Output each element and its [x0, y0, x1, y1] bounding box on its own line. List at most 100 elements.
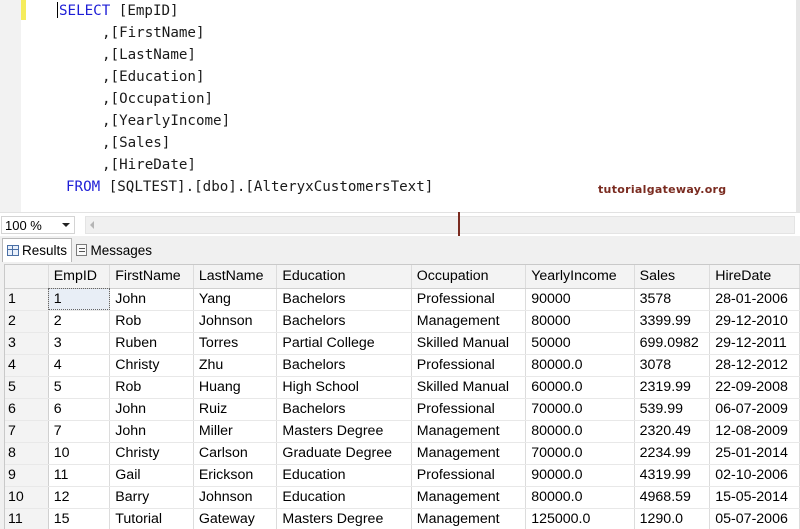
- table-row[interactable]: 5 5 Rob Huang High School Skilled Manual 60000…: [5, 376, 800, 399]
- table-cell[interactable]: 2319.99: [634, 376, 711, 399]
- table-cell[interactable]: High School: [276, 376, 412, 399]
- table-row[interactable]: 10 12 Barry Johnson Education Management 80000…: [5, 486, 800, 509]
- scroll-left-icon[interactable]: [90, 221, 94, 229]
- table-cell[interactable]: 2320.49: [634, 420, 711, 443]
- table-cell[interactable]: Erickson: [193, 464, 278, 487]
- row-number[interactable]: 5: [5, 376, 49, 399]
- editor-vertical-scrollbar[interactable]: [796, 0, 800, 212]
- table-cell[interactable]: Barry: [109, 486, 194, 509]
- table-cell[interactable]: Graduate Degree: [276, 442, 412, 465]
- table-cell[interactable]: Bachelors: [276, 354, 412, 377]
- table-cell[interactable]: 3578: [634, 288, 711, 311]
- table-row[interactable]: 4 4 Christy Zhu Bachelors Professional 80000.0…: [5, 354, 800, 377]
- table-row[interactable]: 9 11 Gail Erickson Education Professional 9000…: [5, 464, 800, 487]
- column-header[interactable]: YearlyIncome: [525, 265, 635, 289]
- table-cell[interactable]: Professional: [411, 398, 527, 421]
- row-number[interactable]: 1: [5, 288, 49, 311]
- table-cell[interactable]: Miller: [193, 420, 278, 443]
- table-cell[interactable]: Bachelors: [276, 398, 412, 421]
- table-cell[interactable]: 1290.0: [634, 508, 711, 529]
- code-line[interactable]: SELECT [EmpID]: [57, 2, 179, 24]
- table-cell[interactable]: 2234.99: [634, 442, 711, 465]
- table-cell[interactable]: 60000.0: [525, 376, 635, 399]
- table-row[interactable]: 2 2 Rob Johnson Bachelors Management 80000 3399…: [5, 310, 800, 333]
- table-cell[interactable]: Masters Degree: [276, 420, 412, 443]
- table-row[interactable]: 3 3 Ruben Torres Partial College Skilled Manu…: [5, 332, 800, 355]
- row-number[interactable]: 2: [5, 310, 49, 333]
- results-grid[interactable]: EmpID FirstName LastName Education Occup…: [4, 264, 800, 529]
- table-cell[interactable]: 699.0982: [634, 332, 711, 355]
- table-cell[interactable]: 80000: [525, 310, 635, 333]
- table-cell[interactable]: Carlson: [193, 442, 278, 465]
- table-cell[interactable]: Professional: [411, 464, 527, 487]
- code-line[interactable]: ,[Sales]: [102, 134, 170, 156]
- table-cell[interactable]: Tutorial: [109, 508, 194, 529]
- table-cell[interactable]: 12-08-2009: [709, 420, 800, 443]
- table-cell[interactable]: 2: [48, 310, 111, 333]
- query-editor[interactable]: SELECT [EmpID] ,[FirstName] ,[LastName] …: [0, 0, 800, 212]
- table-cell[interactable]: 15: [48, 508, 111, 529]
- code-line[interactable]: FROM [SQLTEST].[dbo].[AlteryxCustomersTe…: [66, 178, 433, 200]
- table-cell[interactable]: Ruiz: [193, 398, 278, 421]
- table-cell[interactable]: Rob: [109, 376, 194, 399]
- table-cell[interactable]: 70000.0: [525, 442, 635, 465]
- code-line[interactable]: ,[LastName]: [102, 46, 196, 68]
- table-cell[interactable]: 11: [48, 464, 111, 487]
- table-cell[interactable]: 06-07-2009: [709, 398, 800, 421]
- table-cell[interactable]: 4968.59: [634, 486, 711, 509]
- column-header[interactable]: HireDate: [709, 265, 800, 289]
- table-cell[interactable]: 4: [48, 354, 111, 377]
- table-cell[interactable]: 80000.0: [525, 354, 635, 377]
- table-cell[interactable]: 3: [48, 332, 111, 355]
- table-cell[interactable]: Education: [276, 486, 412, 509]
- column-header[interactable]: Occupation: [411, 265, 527, 289]
- table-cell[interactable]: John: [109, 398, 194, 421]
- table-cell[interactable]: 3078: [634, 354, 711, 377]
- table-cell[interactable]: Gail: [109, 464, 194, 487]
- code-line[interactable]: ,[Occupation]: [102, 90, 213, 112]
- row-number[interactable]: 9: [5, 464, 49, 487]
- table-cell[interactable]: 1: [48, 288, 111, 311]
- table-cell[interactable]: 05-07-2006: [709, 508, 800, 529]
- table-cell[interactable]: Rob: [109, 310, 194, 333]
- table-cell[interactable]: 12: [48, 486, 111, 509]
- table-cell[interactable]: 29-12-2010: [709, 310, 800, 333]
- table-row[interactable]: 1 1 John Yang Bachelors Professional 90000 3578…: [5, 288, 800, 311]
- table-cell[interactable]: 29-12-2011: [709, 332, 800, 355]
- row-number[interactable]: 11: [5, 508, 49, 529]
- table-cell[interactable]: Skilled Manual: [411, 376, 527, 399]
- row-number[interactable]: 7: [5, 420, 49, 443]
- column-header[interactable]: EmpID: [48, 265, 111, 289]
- table-cell[interactable]: Professional: [411, 288, 527, 311]
- table-cell[interactable]: 10: [48, 442, 111, 465]
- table-cell[interactable]: Partial College: [276, 332, 412, 355]
- table-cell[interactable]: Zhu: [193, 354, 278, 377]
- table-cell[interactable]: 80000.0: [525, 486, 635, 509]
- table-cell[interactable]: Management: [411, 420, 527, 443]
- row-number[interactable]: 10: [5, 486, 49, 509]
- table-cell[interactable]: 02-10-2006: [709, 464, 800, 487]
- table-cell[interactable]: Christy: [109, 442, 194, 465]
- table-row[interactable]: 6 6 John Ruiz Bachelors Professional 70000.0 53…: [5, 398, 800, 421]
- table-cell[interactable]: 125000.0: [525, 508, 635, 529]
- row-number[interactable]: 8: [5, 442, 49, 465]
- table-cell[interactable]: Management: [411, 310, 527, 333]
- table-cell[interactable]: Management: [411, 442, 527, 465]
- table-row[interactable]: 11 15 Tutorial Gateway Masters Degree Managem…: [5, 508, 800, 529]
- table-cell[interactable]: Education: [276, 464, 412, 487]
- editor-horizontal-scrollbar[interactable]: [85, 216, 795, 234]
- table-cell[interactable]: 5: [48, 376, 111, 399]
- table-cell[interactable]: 28-12-2012: [709, 354, 800, 377]
- table-cell[interactable]: Management: [411, 486, 527, 509]
- table-cell[interactable]: 80000.0: [525, 420, 635, 443]
- table-cell[interactable]: Skilled Manual: [411, 332, 527, 355]
- table-cell[interactable]: Yang: [193, 288, 278, 311]
- table-cell[interactable]: 90000: [525, 288, 635, 311]
- code-line[interactable]: ,[YearlyIncome]: [102, 112, 230, 134]
- table-cell[interactable]: Professional: [411, 354, 527, 377]
- table-row[interactable]: 7 7 John Miller Masters Degree Management 8000…: [5, 420, 800, 443]
- table-cell[interactable]: Ruben: [109, 332, 194, 355]
- table-cell[interactable]: John: [109, 288, 194, 311]
- table-cell[interactable]: Management: [411, 508, 527, 529]
- table-cell[interactable]: 50000: [525, 332, 635, 355]
